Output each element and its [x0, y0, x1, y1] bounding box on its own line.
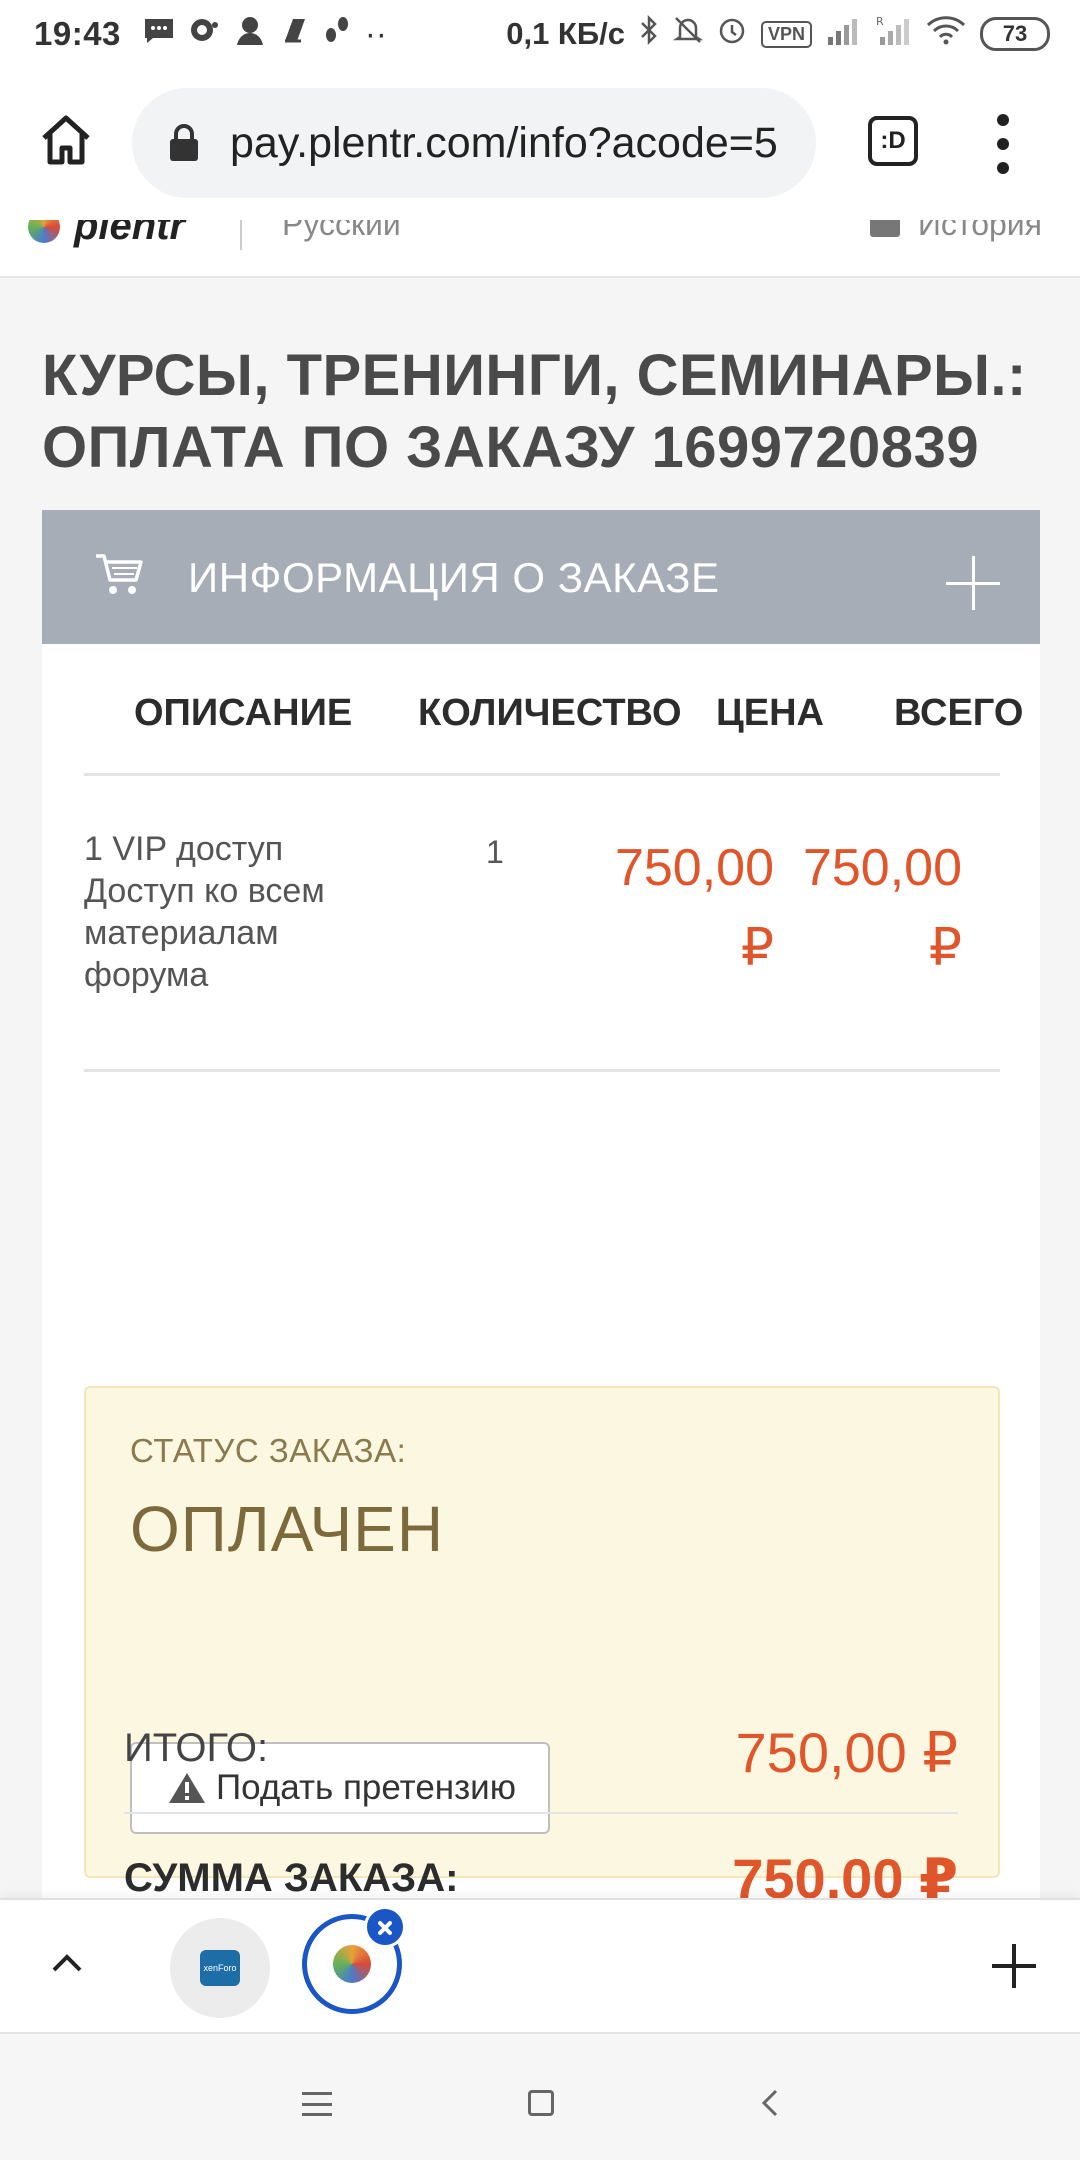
new-tab-plus-icon[interactable] — [992, 1944, 1036, 1988]
order-status-value: ОПЛАЧЕН — [130, 1493, 445, 1565]
recent-apps-button[interactable] — [302, 2092, 332, 2116]
vpn-badge: VPN — [760, 20, 812, 48]
app-avatar-icon — [233, 13, 267, 55]
app-notification-icon — [281, 15, 309, 53]
order-info-header[interactable]: ИНФОРМАЦИЯ О ЗАКАЗЕ — [42, 510, 1040, 644]
subtotal-row: ИТОГО: 750,00 ₽ — [124, 1676, 958, 1814]
item-total: 750,00 ₽ — [802, 839, 962, 977]
back-chevron-icon[interactable] — [756, 2088, 786, 2118]
browser-toolbar: pay.plentr.com/info?acode=5 :D — [0, 68, 1080, 220]
tab-xenforo[interactable]: xenForo — [170, 1918, 270, 2018]
subtotal-label: ИТОГО: — [124, 1726, 269, 1770]
column-header-price: ЦЕНА — [716, 692, 824, 734]
chevron-up-icon[interactable] — [50, 1946, 84, 1980]
order-sum-label: СУММА ЗАКАЗА: — [124, 1856, 459, 1900]
url-text: pay.plentr.com/info?acode=5 — [230, 118, 778, 167]
menu-line-icon — [302, 2092, 332, 2095]
item-quantity: 1 — [486, 834, 504, 870]
bluetooth-icon — [639, 14, 659, 54]
item-price: 750,00 ₽ — [614, 839, 774, 977]
dot-icon — [997, 114, 1009, 126]
main-content: КУРСЫ, ТРЕНИНГИ, СЕМИНАРЫ.: ОПЛАТА ПО ЗА… — [0, 278, 1080, 1910]
alarm-icon — [717, 15, 747, 53]
menu-line-icon — [302, 2102, 332, 2106]
history-link[interactable]: История — [869, 220, 1042, 243]
signal-icon — [826, 15, 862, 53]
logo-text: plentr — [74, 220, 186, 248]
plentr-favicon-icon — [333, 1945, 371, 1983]
tab-switcher-button[interactable]: :D — [868, 116, 918, 166]
tab-strip: xenForo — [0, 1898, 1080, 2032]
history-icon — [869, 220, 900, 237]
home-icon — [42, 115, 90, 165]
order-status-label: СТАТУС ЗАКАЗА: — [130, 1432, 407, 1469]
table-header: ОПИСАНИЕ КОЛИЧЕСТВО ЦЕНА ВСЕГО — [84, 644, 1023, 776]
column-header-total: ВСЕГО — [894, 692, 1024, 734]
battery-indicator: 73 — [980, 17, 1050, 51]
dot-icon — [997, 162, 1009, 174]
order-table: ОПИСАНИЕ КОЛИЧЕСТВО ЦЕНА ВСЕГО 1 VIP дос… — [84, 644, 1023, 1072]
table-row: 1 VIP доступ Доступ ко всем материалам ф… — [84, 776, 1000, 1072]
item-description: 1 VIP доступ Доступ ко всем материалам ф… — [84, 830, 325, 994]
browser-menu-button[interactable] — [992, 114, 1014, 174]
mute-bell-icon — [672, 15, 704, 53]
header-divider — [240, 220, 242, 250]
home-button[interactable] — [38, 112, 94, 168]
menu-line-icon — [302, 2113, 332, 2116]
column-header-description: ОПИСАНИЕ — [134, 692, 353, 734]
order-totals: ИТОГО: 750,00 ₽ СУММА ЗАКАЗА: 750,00 ₽ — [124, 1676, 958, 1934]
steps-icon — [323, 15, 351, 53]
order-info-title: ИНФОРМАЦИЯ О ЗАКАЗЕ — [188, 554, 720, 601]
site-logo[interactable]: plentr — [28, 220, 185, 249]
network-speed: 0,1 КБ/с — [506, 16, 625, 51]
svg-text:R: R — [876, 15, 884, 28]
lock-icon — [170, 124, 198, 161]
home-square-button[interactable] — [528, 2090, 554, 2116]
plentr-logo-icon — [28, 220, 60, 243]
address-bar[interactable]: pay.plentr.com/info?acode=5 — [132, 88, 816, 198]
wifi-icon — [926, 15, 966, 53]
xenforo-favicon-icon: xenForo — [200, 1950, 240, 1986]
dot-icon — [997, 138, 1009, 150]
history-label: История — [917, 220, 1042, 242]
column-header-quantity: КОЛИЧЕСТВО — [418, 692, 682, 734]
cart-icon — [96, 554, 143, 594]
system-nav-bar — [0, 2032, 1080, 2160]
expand-plus-icon[interactable] — [946, 556, 1000, 610]
close-tab-icon[interactable] — [364, 1906, 406, 1948]
language-selector[interactable]: Русский — [282, 220, 401, 243]
subtotal-value: 750,00 ₽ — [735, 1721, 958, 1784]
message-icon — [143, 15, 175, 53]
signal-roaming-icon: R — [876, 15, 912, 53]
site-header: plentr Русский История — [0, 220, 1080, 278]
notification-icon — [189, 15, 219, 53]
page-title: КУРСЫ, ТРЕНИНГИ, СЕМИНАРЫ.: ОПЛАТА ПО ЗА… — [42, 343, 1027, 480]
clock: 19:43 — [34, 15, 121, 52]
more-notifications-indicator: ·· — [364, 15, 387, 52]
status-indicators: 0,1 КБ/с VPN R 73 — [506, 14, 1050, 54]
status-bar: 19:43 ·· 0,1 КБ/с VPN R 73 — [0, 0, 1080, 68]
